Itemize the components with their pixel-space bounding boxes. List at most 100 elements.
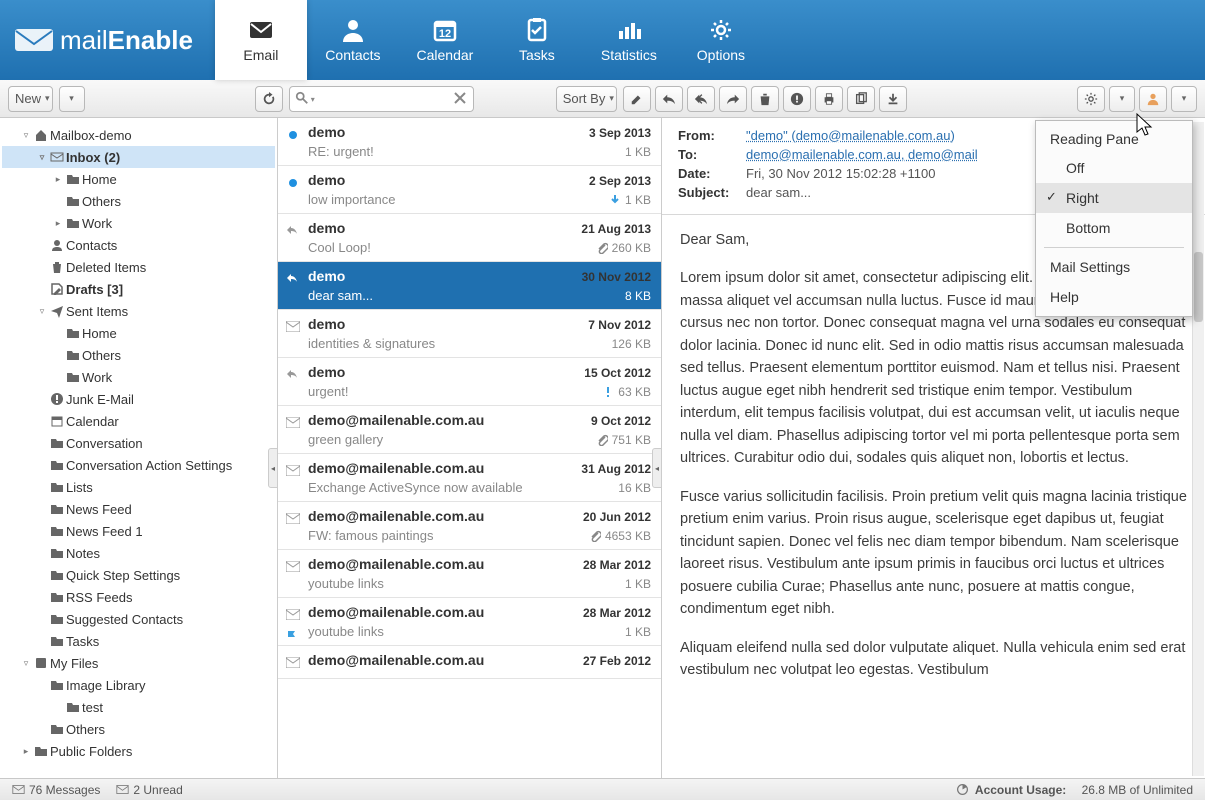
new-dropdown[interactable]: ▾	[59, 86, 85, 112]
toolbar: New▾ ▾ ▾ Sort By▾ ▾ ▾	[0, 80, 1205, 118]
message-item[interactable]: demo@mailenable.com.au28 Mar 2012youtube…	[278, 550, 661, 598]
message-list: demo3 Sep 2013RE: urgent! 1 KBdemo2 Sep …	[278, 118, 662, 778]
subject-label: Subject:	[678, 185, 746, 200]
tree-junk-e-mail[interactable]: Junk E-Mail	[2, 388, 275, 410]
message-item[interactable]: demo15 Oct 2012urgent! 63 KB	[278, 358, 661, 406]
tree-conversation[interactable]: Conversation	[2, 432, 275, 454]
message-item[interactable]: demo@mailenable.com.au27 Feb 2012	[278, 646, 661, 679]
tree-drafts-3-[interactable]: Drafts [3]	[2, 278, 275, 300]
para3: Aliquam eleifend nulla sed dolor vulputa…	[680, 637, 1187, 682]
status-usage: Account Usage: 26.8 MB of Unlimited	[956, 783, 1193, 797]
tree-suggested-contacts[interactable]: Suggested Contacts	[2, 608, 275, 630]
tree-my-files[interactable]: ▿My Files	[2, 652, 275, 674]
edit-button[interactable]	[623, 86, 651, 112]
nav-email[interactable]: Email	[215, 0, 307, 80]
settings-button[interactable]	[1077, 86, 1105, 112]
tree-deleted-items[interactable]: Deleted Items	[2, 256, 275, 278]
to-label: To:	[678, 147, 746, 162]
menu-help[interactable]: Help	[1036, 282, 1192, 312]
menu-off[interactable]: Off	[1036, 153, 1192, 183]
message-item[interactable]: demo21 Aug 2013Cool Loop! 260 KB	[278, 214, 661, 262]
message-item[interactable]: demo@mailenable.com.au28 Mar 2012youtube…	[278, 598, 661, 646]
tree-quick-step-settings[interactable]: Quick Step Settings	[2, 564, 275, 586]
nav-calendar[interactable]: 12Calendar	[399, 0, 491, 80]
tree-mailbox-demo[interactable]: ▿Mailbox-demo	[2, 124, 275, 146]
from-value[interactable]: "demo" (demo@mailenable.com.au)	[746, 128, 955, 143]
message-item[interactable]: demo@mailenable.com.au20 Jun 2012FW: fam…	[278, 502, 661, 550]
print-button[interactable]	[815, 86, 843, 112]
clear-search-icon[interactable]	[452, 90, 468, 106]
tree-home[interactable]: ▸Home	[2, 168, 275, 190]
user-dropdown[interactable]: ▾	[1171, 86, 1197, 112]
tree-news-feed-1[interactable]: News Feed 1	[2, 520, 275, 542]
subject-value: dear sam...	[746, 185, 811, 200]
folder-tree: ▿Mailbox-demo▿Inbox (2)▸HomeOthers▸WorkC…	[0, 118, 278, 778]
tree-news-feed[interactable]: News Feed	[2, 498, 275, 520]
main-area: ▿Mailbox-demo▿Inbox (2)▸HomeOthers▸WorkC…	[0, 118, 1205, 778]
date-value: Fri, 30 Nov 2012 15:02:28 +1100	[746, 166, 935, 181]
forward-button[interactable]	[719, 86, 747, 112]
to-value[interactable]: demo@mailenable.com.au, demo@mail	[746, 147, 978, 162]
pie-icon	[956, 783, 969, 796]
message-item[interactable]: demo@mailenable.com.au9 Oct 2012green ga…	[278, 406, 661, 454]
tree-notes[interactable]: Notes	[2, 542, 275, 564]
tree-collapse-handle[interactable]: ◂	[268, 448, 278, 488]
tree-rss-feeds[interactable]: RSS Feeds	[2, 586, 275, 608]
tree-others[interactable]: Others	[2, 718, 275, 740]
download-button[interactable]	[879, 86, 907, 112]
status-bar: 76 Messages 2 Unread Account Usage: 26.8…	[0, 778, 1205, 800]
menu-right[interactable]: Right	[1036, 183, 1192, 213]
tree-inbox-2-[interactable]: ▿Inbox (2)	[2, 146, 275, 168]
list-collapse-handle[interactable]: ◂	[652, 448, 662, 488]
message-item[interactable]: demo7 Nov 2012identities & signatures 12…	[278, 310, 661, 358]
settings-dropdown[interactable]: ▾	[1109, 86, 1135, 112]
user-button[interactable]	[1139, 86, 1167, 112]
tree-conversation-action-settings[interactable]: Conversation Action Settings	[2, 454, 275, 476]
date-label: Date:	[678, 166, 746, 181]
menu-title: Reading Pane	[1036, 125, 1192, 153]
message-item[interactable]: demo3 Sep 2013RE: urgent! 1 KB	[278, 118, 661, 166]
reply-button[interactable]	[655, 86, 683, 112]
tree-tasks[interactable]: Tasks	[2, 630, 275, 652]
replyall-button[interactable]	[687, 86, 715, 112]
svg-text:12: 12	[439, 28, 451, 40]
tree-work[interactable]: Work	[2, 366, 275, 388]
nav-statistics[interactable]: Statistics	[583, 0, 675, 80]
settings-menu: Reading Pane Off Right Bottom Mail Setti…	[1035, 120, 1193, 317]
search-input[interactable]	[289, 86, 474, 112]
from-label: From:	[678, 128, 746, 143]
para2: Fusce varius sollicitudin facilisis. Pro…	[680, 486, 1187, 621]
tree-sent-items[interactable]: ▿Sent Items	[2, 300, 275, 322]
pane-scrollbar[interactable]	[1192, 122, 1204, 776]
tree-image-library[interactable]: Image Library	[2, 674, 275, 696]
copy-button[interactable]	[847, 86, 875, 112]
refresh-button[interactable]	[255, 86, 283, 112]
sortby-button[interactable]: Sort By▾	[556, 86, 617, 112]
tree-others[interactable]: Others	[2, 190, 275, 212]
tree-others[interactable]: Others	[2, 344, 275, 366]
logo: mailEnable	[0, 0, 207, 80]
menu-mail-settings[interactable]: Mail Settings	[1036, 252, 1192, 282]
tree-public-folders[interactable]: ▸Public Folders	[2, 740, 275, 762]
tree-work[interactable]: ▸Work	[2, 212, 275, 234]
tree-calendar[interactable]: Calendar	[2, 410, 275, 432]
nav-tasks[interactable]: Tasks	[491, 0, 583, 80]
message-item[interactable]: demo2 Sep 2013low importance 1 KB	[278, 166, 661, 214]
tree-test[interactable]: test	[2, 696, 275, 718]
tree-home[interactable]: Home	[2, 322, 275, 344]
new-button[interactable]: New▾	[8, 86, 53, 112]
menu-bottom[interactable]: Bottom	[1036, 213, 1192, 243]
main-nav: EmailContacts12CalendarTasksStatisticsOp…	[215, 0, 767, 80]
nav-options[interactable]: Options	[675, 0, 767, 80]
message-item[interactable]: demo30 Nov 2012dear sam... 8 KB	[278, 262, 661, 310]
app-header: mailEnable EmailContacts12CalendarTasksS…	[0, 0, 1205, 80]
tree-lists[interactable]: Lists	[2, 476, 275, 498]
nav-contacts[interactable]: Contacts	[307, 0, 399, 80]
status-unread: 2 Unread	[116, 783, 182, 797]
search-box[interactable]: ▾	[289, 86, 474, 112]
spam-button[interactable]	[783, 86, 811, 112]
tree-contacts[interactable]: Contacts	[2, 234, 275, 256]
delete-button[interactable]	[751, 86, 779, 112]
status-messages: 76 Messages	[12, 783, 100, 797]
message-item[interactable]: demo@mailenable.com.au31 Aug 2012Exchang…	[278, 454, 661, 502]
